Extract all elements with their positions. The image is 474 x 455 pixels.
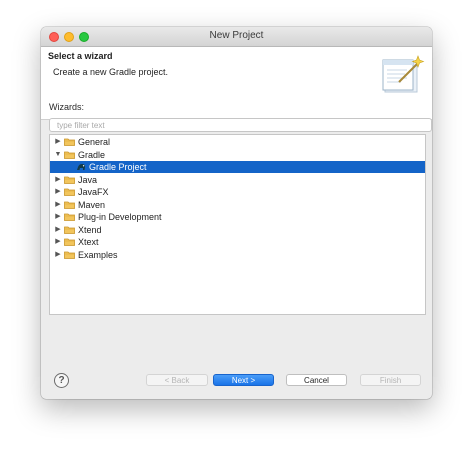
tree-item[interactable]: ▶ Plug-in Development — [50, 211, 425, 223]
chevron-right-icon[interactable]: ▶ — [54, 138, 62, 146]
tree-item-label: Java — [78, 174, 98, 185]
banner-description: Create a new Gradle project. — [53, 67, 169, 77]
tree-item-label: Gradle Project — [89, 162, 147, 172]
wizard-banner-icon — [382, 55, 425, 93]
tree-item-label: General — [78, 137, 111, 147]
folder-icon — [64, 188, 75, 196]
chevron-right-icon[interactable]: ▶ — [54, 251, 62, 259]
tree-item[interactable]: ▶ Xtend — [50, 224, 425, 236]
folder-icon — [64, 176, 75, 184]
tree-item-label: Examples — [78, 249, 118, 260]
tree-item[interactable]: ▼ Gradle — [50, 149, 425, 161]
folder-icon — [64, 151, 75, 159]
back-button[interactable]: < Back — [146, 374, 208, 386]
wizards-label: Wizards: — [49, 102, 85, 112]
wizard-filter-input[interactable] — [49, 118, 432, 132]
folder-icon — [64, 226, 75, 234]
tree-item[interactable]: Gradle Project — [50, 161, 425, 173]
cancel-button[interactable]: Cancel — [286, 374, 347, 386]
next-button[interactable]: Next > — [213, 374, 274, 386]
chevron-right-icon[interactable]: ▶ — [54, 188, 62, 196]
chevron-right-icon[interactable]: ▶ — [54, 176, 62, 184]
tree-item[interactable]: ▶ Xtext — [50, 236, 425, 248]
chevron-right-icon[interactable]: ▶ — [54, 238, 62, 246]
tree-item-label: JavaFX — [78, 187, 109, 197]
wizard-banner: Select a wizard Create a new Gradle proj… — [41, 47, 432, 120]
new-project-dialog: New Project Select a wizard Create a new… — [41, 27, 432, 399]
folder-icon — [64, 238, 75, 246]
chevron-right-icon[interactable]: ▶ — [54, 213, 62, 221]
tree-item[interactable]: ▶ Maven — [50, 199, 425, 211]
wizard-tree[interactable]: ▶ General ▼ Gradle Gradle Project ▶ Java ▶ JavaF… — [49, 134, 426, 315]
tree-item-label: Plug-in Development — [78, 212, 162, 222]
chevron-down-icon[interactable]: ▼ — [54, 151, 62, 159]
gradle-icon — [76, 162, 86, 172]
window-title: New Project — [209, 30, 264, 41]
tree-item-label: Xtext — [78, 237, 99, 247]
folder-icon — [64, 251, 75, 259]
tree-item-label: Xtend — [78, 224, 102, 235]
tree-item-label: Gradle — [78, 149, 106, 160]
chevron-right-icon[interactable]: ▶ — [54, 201, 62, 209]
finish-button[interactable]: Finish — [360, 374, 421, 386]
folder-icon — [64, 138, 75, 146]
tree-item[interactable]: ▶ JavaFX — [50, 186, 425, 198]
banner-title: Select a wizard — [48, 51, 113, 61]
chevron-right-icon[interactable]: ▶ — [54, 226, 62, 234]
tree-item[interactable]: ▶ Examples — [50, 249, 425, 261]
folder-icon — [64, 201, 75, 209]
tree-item[interactable]: ▶ Java — [50, 174, 425, 186]
tree-item-label: Maven — [78, 199, 106, 210]
help-button[interactable]: ? — [54, 373, 69, 388]
title-bar[interactable]: New Project — [41, 27, 432, 47]
tree-item[interactable]: ▶ General — [50, 136, 425, 148]
folder-icon — [64, 213, 75, 221]
